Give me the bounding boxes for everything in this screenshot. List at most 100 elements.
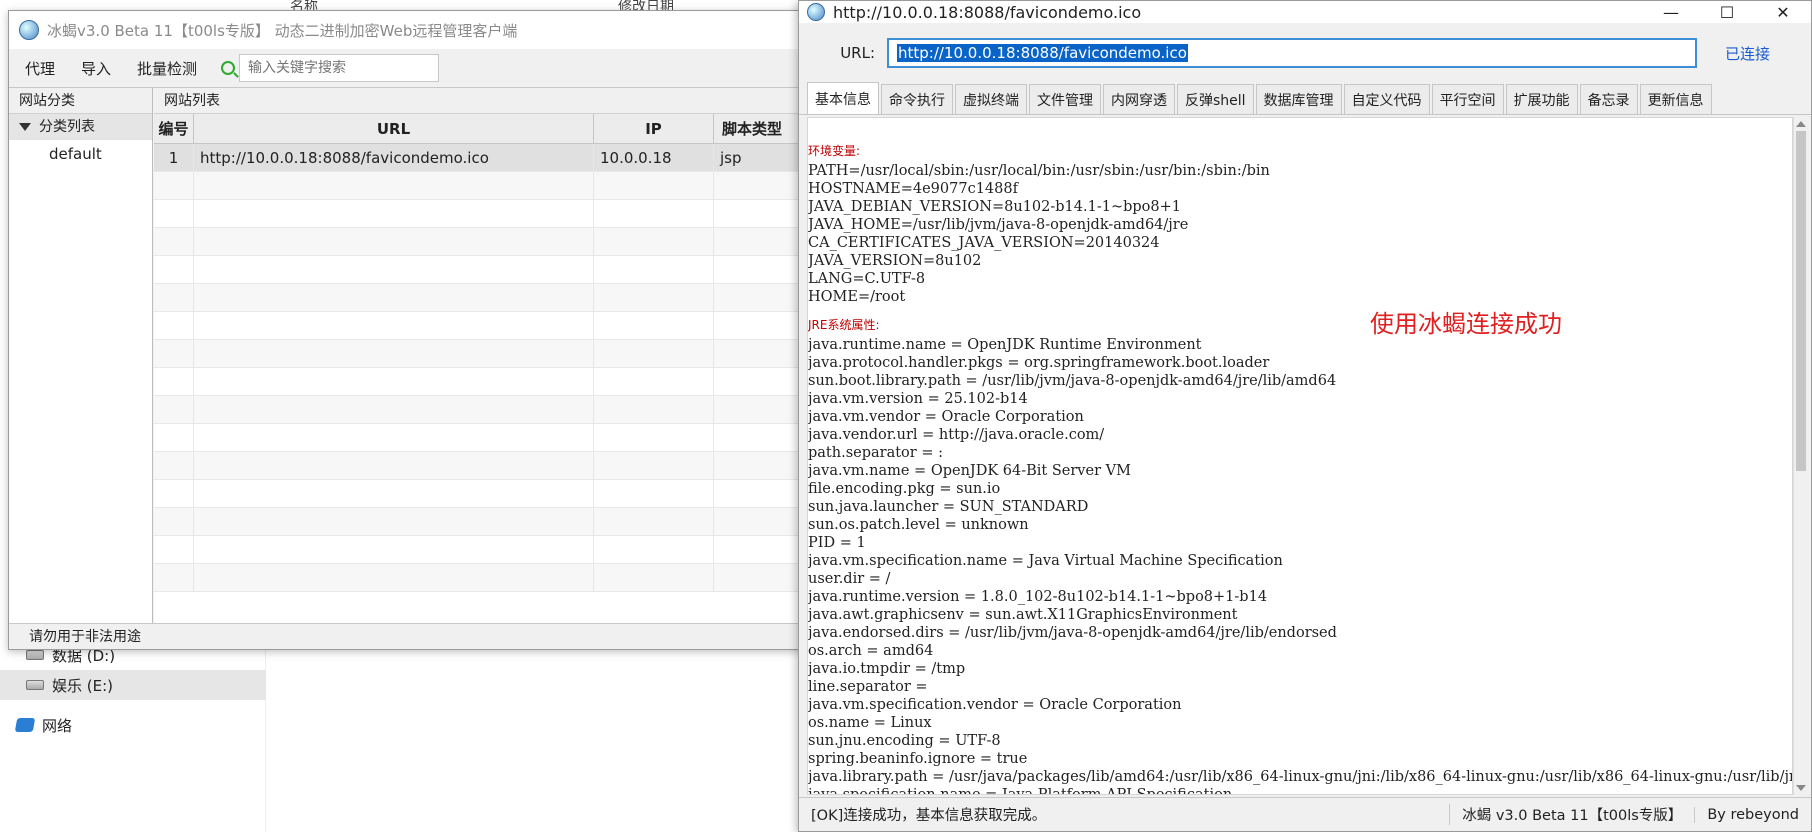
chevron-down-icon[interactable] (19, 123, 31, 131)
url-value: http://10.0.0.18:8088/favicondemo.ico (897, 44, 1188, 62)
status-message: [OK]连接成功，基本信息获取完成。 (811, 808, 1047, 824)
tab-6[interactable]: 数据库管理 (1255, 84, 1342, 114)
scroll-down-icon[interactable] (1796, 785, 1806, 791)
tab-3[interactable]: 文件管理 (1029, 84, 1101, 114)
info-line: java.vm.vendor = Oracle Corporation (808, 409, 1084, 425)
connection-status: 已连接 (1725, 44, 1771, 63)
sidebar-item-network[interactable]: 网络 (0, 710, 266, 740)
window-controls: — ☐ ✕ (1643, 1, 1811, 23)
category-pane: 网站分类 分类列表 default (9, 88, 153, 626)
col-header-url[interactable]: URL (194, 114, 594, 143)
cell-ip: 10.0.0.18 (594, 144, 714, 171)
info-line: java.io.tmpdir = /tmp (808, 661, 966, 677)
tab-0[interactable]: 基本信息 (807, 82, 879, 114)
info-line: CA_CERTIFICATES_JAVA_VERSION=20140324 (808, 235, 1160, 251)
main-window-titlebar[interactable]: 冰蝎v3.0 Beta 11【t00ls专版】 动态二进制加密Web远程管理客户… (9, 11, 837, 49)
empty-table-row (154, 256, 837, 284)
info-line: LANG=C.UTF-8 (808, 271, 926, 287)
tab-8[interactable]: 平行空间 (1431, 84, 1504, 114)
empty-table-row (154, 564, 837, 592)
info-line: HOME=/root (808, 289, 906, 305)
info-line: sun.jnu.encoding = UTF-8 (808, 733, 1001, 749)
tree-item-default[interactable]: default (9, 140, 152, 168)
tab-10[interactable]: 备忘录 (1579, 84, 1638, 114)
info-line: spring.beaninfo.ignore = true (808, 751, 1028, 767)
basic-info-text: 环境变量: PATH=/usr/local/sbin:/usr/local/bi… (808, 118, 1792, 795)
import-button[interactable]: 导入 (75, 54, 117, 83)
tab-9[interactable]: 扩展功能 (1505, 84, 1578, 114)
drive-label: 娱乐 (E:) (52, 676, 114, 695)
main-status-bar: 请勿用于非法用途 (9, 623, 837, 649)
info-line: JAVA_DEBIAN_VERSION=8u102-b14.1-1~bpo8+1 (808, 199, 1182, 215)
main-panes: 网站分类 分类列表 default 网站列表 编号 URL IP 脚本类型 1 … (9, 87, 837, 626)
url-input[interactable]: http://10.0.0.18:8088/favicondemo.ico (887, 38, 1697, 68)
cell-no: 1 (154, 144, 194, 171)
explorer-sidebar: 数据 (D:) 娱乐 (E:) 网络 (0, 640, 266, 832)
vertical-scrollbar[interactable] (1793, 117, 1807, 795)
search-input[interactable] (239, 54, 440, 82)
proxy-button[interactable]: 代理 (19, 54, 61, 83)
info-line: path.separator = : (808, 445, 943, 461)
tab-bar: 基本信息 命令执行 虚拟终端 文件管理 内网穿透 反弹shell 数据库管理 自定义代码 平行空… (799, 82, 1811, 115)
table-row[interactable]: 1 http://10.0.0.18:8088/favicondemo.ico … (154, 144, 837, 172)
tab-11[interactable]: 更新信息 (1639, 84, 1712, 114)
info-line: java.awt.graphicsenv = sun.awt.X11Graphi… (808, 607, 1238, 623)
tab-5[interactable]: 反弹shell (1177, 84, 1254, 114)
url-label: URL: (840, 44, 875, 62)
empty-table-row (154, 452, 837, 480)
app-logo-icon (19, 20, 39, 40)
url-row: URL: http://10.0.0.18:8088/favicondemo.i… (799, 23, 1811, 83)
info-line: file.encoding.pkg = sun.io (808, 481, 1001, 497)
search-icon (221, 61, 236, 75)
info-line: sun.os.patch.level = unknown (808, 517, 1029, 533)
scroll-thumb[interactable] (1796, 131, 1806, 471)
table-header: 编号 URL IP 脚本类型 (154, 114, 837, 144)
info-line: JAVA_VERSION=8u102 (808, 253, 982, 269)
close-button[interactable]: ✕ (1755, 1, 1811, 23)
shell-window-title: http://10.0.0.18:8088/favicondemo.ico (833, 2, 1142, 22)
network-label: 网络 (42, 716, 73, 735)
tab-2[interactable]: 虚拟终端 (955, 84, 1027, 114)
info-line: java.specification.name = Java Platform … (808, 787, 1233, 795)
empty-table-row (154, 396, 837, 424)
shell-status-bar: [OK]连接成功，基本信息获取完成。 冰蝎 v3.0 Beta 11【t00ls… (799, 797, 1811, 831)
info-line: java.endorsed.dirs = /usr/lib/jvm/java-8… (808, 625, 1337, 641)
info-line: java.vendor.url = http://java.oracle.com… (808, 427, 1105, 443)
status-author: By rebeyond (1694, 806, 1811, 823)
maximize-button[interactable]: ☐ (1699, 1, 1755, 23)
sidebar-item-drive-e[interactable]: 娱乐 (E:) (0, 670, 266, 700)
tree-root-category-list[interactable]: 分类列表 (9, 114, 152, 140)
col-header-ip[interactable]: IP (594, 114, 714, 143)
env-lines: PATH=/usr/local/sbin:/usr/local/bin:/usr… (808, 162, 1792, 306)
info-line: java.vm.specification.vendor = Oracle Co… (808, 697, 1182, 713)
info-line: PID = 1 (808, 535, 866, 551)
search-box (221, 54, 440, 82)
info-line: java.runtime.version = 1.8.0_102-8u102-b… (808, 589, 1268, 605)
minimize-button[interactable]: — (1643, 1, 1699, 23)
info-line: sun.boot.library.path = /usr/lib/jvm/jav… (808, 373, 1337, 389)
scroll-up-icon[interactable] (1795, 121, 1806, 127)
main-toolbar: 代理 导入 批量检测 (9, 49, 837, 87)
info-line: java.runtime.name = OpenJDK Runtime Envi… (808, 337, 1202, 353)
empty-rows (154, 172, 837, 592)
site-list-header: 网站列表 (154, 88, 837, 114)
drive-icon (26, 680, 44, 690)
batch-check-button[interactable]: 批量检测 (131, 54, 203, 83)
info-line: line.separator = (808, 679, 928, 695)
empty-table-row (154, 424, 837, 452)
info-line: java.vm.name = OpenJDK 64-Bit Server VM (808, 463, 1131, 479)
empty-table-row (154, 172, 837, 200)
info-line: sun.java.launcher = SUN_STANDARD (808, 499, 1089, 515)
empty-table-row (154, 368, 837, 396)
info-line: os.name = Linux (808, 715, 932, 731)
info-line: os.arch = amd64 (808, 643, 934, 659)
shell-window: http://10.0.0.18:8088/favicondemo.ico — … (798, 0, 1812, 832)
tab-1[interactable]: 命令执行 (881, 84, 953, 114)
col-header-no[interactable]: 编号 (154, 114, 194, 143)
main-window: 冰蝎v3.0 Beta 11【t00ls专版】 动态二进制加密Web远程管理客户… (8, 10, 838, 650)
tab-4[interactable]: 内网穿透 (1103, 84, 1175, 114)
empty-table-row (154, 340, 837, 368)
network-icon (14, 718, 36, 732)
tab-7[interactable]: 自定义代码 (1343, 84, 1430, 114)
info-line: HOSTNAME=4e9077c1488f (808, 181, 1018, 197)
